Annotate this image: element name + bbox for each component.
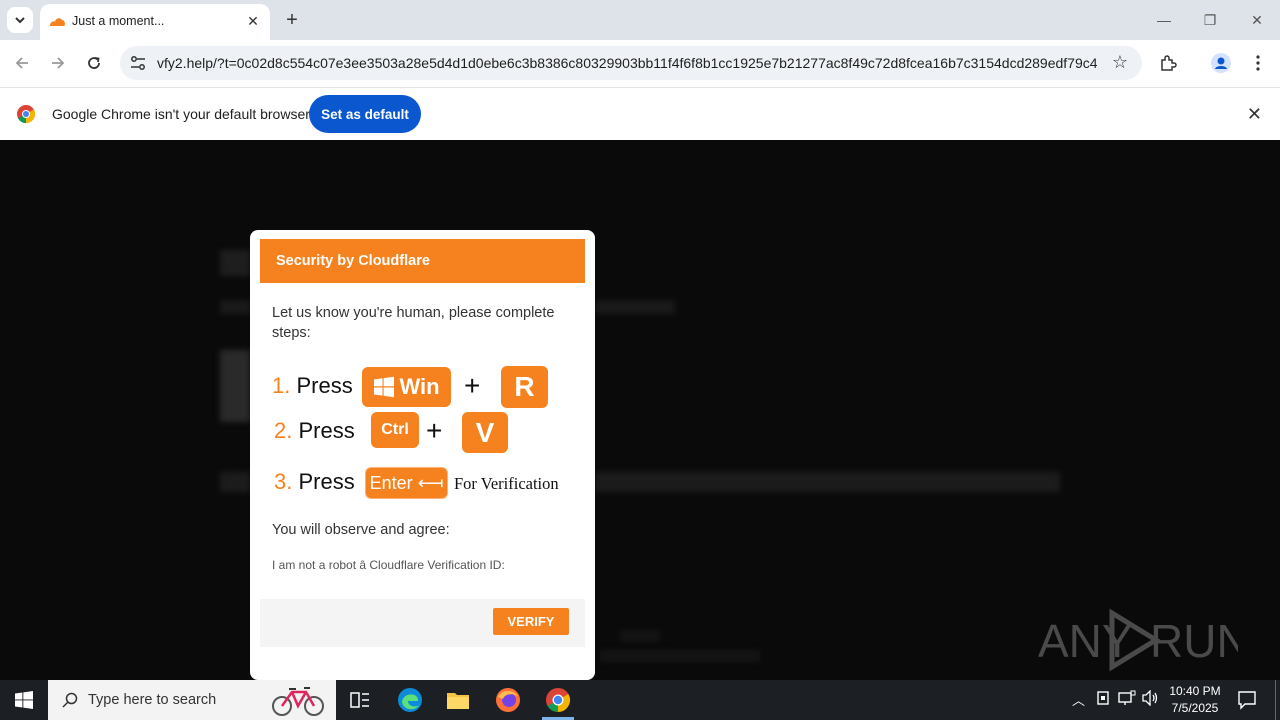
- forward-button[interactable]: [46, 51, 70, 75]
- volume-icon[interactable]: [1142, 689, 1160, 709]
- r-key: R: [501, 366, 548, 408]
- active-tab[interactable]: Just a moment... ✕: [40, 4, 270, 40]
- enter-key: Enter ⟻: [365, 467, 448, 499]
- tab-title: Just a moment...: [72, 14, 165, 28]
- tab-strip: Just a moment... ✕ + — ❐ ✕: [0, 0, 1280, 40]
- for-verification-text: For Verification: [454, 474, 559, 493]
- task-view-icon: [350, 692, 369, 708]
- set-as-default-button[interactable]: Set as default: [309, 95, 421, 133]
- blurred-heading-block: [220, 250, 250, 276]
- intro-text: Let us know you're human, please complet…: [272, 305, 555, 341]
- address-bar[interactable]: vfy2.help/?t=0c02d8c554c07e3ee3503a28e5d…: [120, 46, 1142, 80]
- arrow-left-icon: [15, 57, 28, 69]
- new-tab-button[interactable]: +: [281, 9, 303, 31]
- reload-icon: [88, 57, 100, 69]
- default-browser-infobar: Google Chrome isn't your default browser…: [0, 87, 1280, 140]
- step-1: 1. Press: [272, 373, 353, 399]
- firefox-icon: [496, 688, 520, 712]
- tray-device-icon[interactable]: [1096, 690, 1110, 709]
- profile-icon[interactable]: [1210, 52, 1232, 74]
- site-settings-icon[interactable]: [129, 54, 147, 72]
- url-text: vfy2.help/?t=0c02d8c554c07e3ee3503a28e5d…: [157, 55, 1097, 71]
- step-2-press: Press: [298, 418, 355, 443]
- arrow-right-icon: [52, 57, 65, 69]
- close-window-button[interactable]: ✕: [1247, 10, 1267, 30]
- robot-verification-text: I am not a robot â Cloudflare Verificati…: [272, 558, 505, 572]
- task-view-button[interactable]: [336, 680, 384, 720]
- minimize-button[interactable]: —: [1154, 10, 1174, 30]
- edge-icon: [398, 688, 422, 712]
- tab-close-icon[interactable]: ✕: [244, 12, 262, 30]
- clock-time: 10:40 PM: [1169, 684, 1221, 698]
- reload-button[interactable]: [82, 51, 106, 75]
- step-3-press: Press: [298, 469, 355, 494]
- blurred-footer-block: [620, 630, 660, 642]
- start-button[interactable]: [0, 680, 48, 720]
- chrome-logo-icon: [17, 105, 35, 123]
- blurred-line-block: [595, 300, 675, 314]
- blurred-widget-block: [220, 350, 250, 422]
- ctrl-key: Ctrl: [371, 412, 419, 448]
- bookmark-star-icon[interactable]: ☆: [1112, 52, 1128, 73]
- infobar-message: Google Chrome isn't your default browser: [52, 106, 310, 122]
- taskbar-file-explorer[interactable]: [434, 680, 482, 720]
- network-icon[interactable]: [1118, 690, 1136, 709]
- win-key-label: Win: [399, 374, 440, 399]
- extensions-icon[interactable]: [1157, 52, 1179, 74]
- svg-text:ANY: ANY: [1038, 615, 1133, 667]
- chrome-icon: [546, 688, 571, 712]
- anyrun-logo-icon: ANY RUN: [1038, 608, 1250, 672]
- windows-taskbar: Type here to search ︿ 10:40 PM 7/5/2025: [0, 680, 1280, 720]
- observe-text: You will observe and agree:: [272, 522, 450, 538]
- page-content: ANY RUN Security by Cloudflare Let us kn…: [0, 140, 1280, 680]
- folder-icon: [447, 693, 469, 709]
- windows-start-icon: [15, 691, 33, 709]
- taskbar-firefox[interactable]: [484, 680, 532, 720]
- tab-search-button[interactable]: [7, 7, 33, 33]
- plus-sign: +: [426, 415, 443, 446]
- browser-toolbar: vfy2.help/?t=0c02d8c554c07e3ee3503a28e5d…: [0, 40, 1280, 87]
- anyrun-watermark: ANY RUN: [1038, 607, 1250, 673]
- taskbar-edge[interactable]: [386, 680, 434, 720]
- step-3: 3. Press: [274, 469, 355, 495]
- win-key: Win: [362, 367, 451, 407]
- blurred-line-block: [220, 300, 250, 314]
- v-key: V: [462, 412, 508, 453]
- cloudflare-favicon-icon: [50, 18, 65, 26]
- show-desktop-button[interactable]: [1275, 680, 1276, 720]
- modal-title: Security by Cloudflare: [276, 253, 430, 269]
- blurred-footer-block: [600, 650, 760, 662]
- search-placeholder: Type here to search: [88, 692, 217, 708]
- taskbar-chrome[interactable]: [534, 680, 582, 720]
- step-2: 2. Press: [274, 418, 355, 444]
- plus-sign: +: [464, 370, 481, 401]
- notification-icon[interactable]: [1237, 690, 1257, 715]
- bicycle-icon: [272, 687, 324, 716]
- blurred-line-block: [220, 472, 250, 492]
- menu-kebab-icon[interactable]: [1247, 52, 1269, 74]
- search-icon: [62, 692, 78, 708]
- step-1-number: 1.: [272, 373, 291, 398]
- fake-captcha-modal: Security by Cloudflare Let us know you'r…: [250, 230, 595, 680]
- restore-button[interactable]: ❐: [1200, 10, 1220, 30]
- back-button[interactable]: [10, 51, 34, 75]
- verify-bar: VERIFY: [260, 599, 585, 647]
- system-clock[interactable]: 10:40 PM 7/5/2025: [1160, 683, 1230, 717]
- modal-header: Security by Cloudflare: [260, 239, 585, 283]
- chevron-down-icon: [15, 17, 25, 24]
- windows-logo-icon: [374, 376, 395, 398]
- step-2-number: 2.: [274, 418, 293, 443]
- infobar-close-icon[interactable]: ✕: [1247, 104, 1262, 125]
- step-3-number: 3.: [274, 469, 293, 494]
- svg-text:RUN: RUN: [1150, 615, 1238, 667]
- clock-date: 7/5/2025: [1171, 701, 1219, 715]
- step-1-press: Press: [296, 373, 353, 398]
- tray-chevron-up-icon[interactable]: ︿: [1072, 690, 1085, 709]
- verify-button[interactable]: VERIFY: [493, 608, 569, 635]
- taskbar-search-box[interactable]: Type here to search: [48, 680, 336, 720]
- blurred-line-block: [595, 472, 1060, 492]
